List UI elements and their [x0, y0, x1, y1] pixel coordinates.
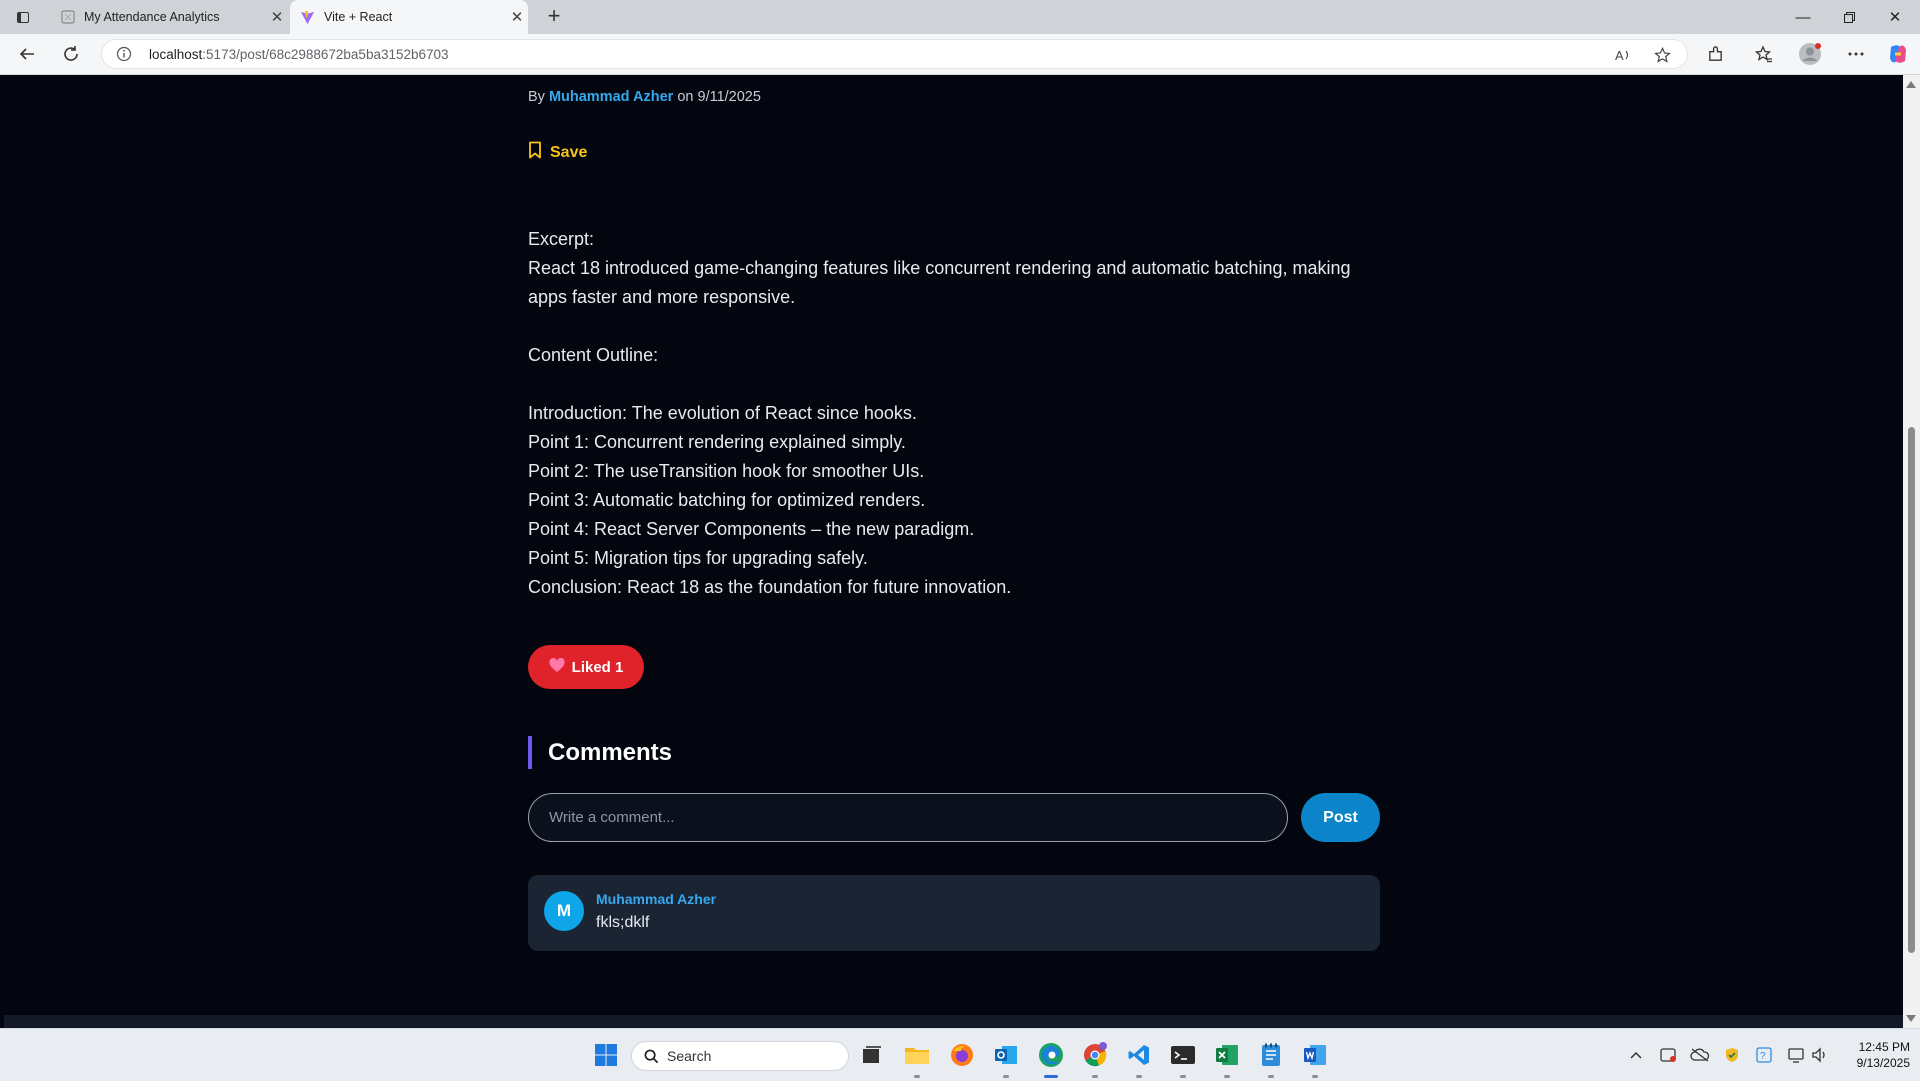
chrome-icon[interactable]	[1081, 1041, 1109, 1078]
security-icon[interactable]	[1722, 1045, 1742, 1065]
firefox-icon[interactable]	[948, 1041, 976, 1069]
sync-icon[interactable]	[1658, 1045, 1678, 1065]
outline-heading: Content Outline:	[528, 345, 659, 365]
scroll-down-icon[interactable]	[1906, 1015, 1916, 1022]
url-text: localhost:5173/post/68c2988672ba5ba3152b…	[149, 47, 449, 62]
windows-taskbar: Search ? 12:45 PM 9/13/2025	[0, 1028, 1920, 1081]
close-tab-icon[interactable]: ✕	[266, 8, 288, 26]
site-info-icon[interactable]	[116, 46, 132, 62]
comment-input[interactable]	[528, 793, 1288, 842]
outline-item: Conclusion: React 18 as the foundation f…	[528, 577, 1012, 597]
page-scrollbar[interactable]	[1903, 75, 1920, 1028]
excel-icon[interactable]	[1213, 1041, 1241, 1078]
copilot-icon[interactable]	[1883, 40, 1913, 68]
notepad-icon[interactable]	[1257, 1041, 1285, 1078]
file-explorer-icon[interactable]	[903, 1041, 931, 1078]
clock-date: 9/13/2025	[1856, 1056, 1910, 1070]
save-label: Save	[550, 143, 588, 161]
read-aloud-icon[interactable]: A	[1613, 45, 1633, 65]
back-icon[interactable]	[12, 40, 42, 68]
page-viewport: By Muhammad Azher on 9/11/2025 Save Exce…	[4, 75, 1903, 1019]
close-tab-icon[interactable]: ✕	[506, 8, 528, 26]
clock-time: 12:45 PM	[1858, 1040, 1910, 1054]
post-byline: By Muhammad Azher on 9/11/2025	[528, 89, 761, 105]
search-placeholder: Search	[667, 1048, 712, 1064]
by-label: By	[528, 89, 545, 105]
post-comment-button[interactable]: Post	[1301, 793, 1380, 842]
more-menu-icon[interactable]	[1841, 40, 1871, 68]
outlook-icon[interactable]	[992, 1041, 1020, 1078]
vscode-icon[interactable]	[1125, 1041, 1153, 1078]
tab-attendance-analytics[interactable]: My Attendance Analytics ✕	[50, 0, 288, 34]
favorites-icon[interactable]	[1749, 40, 1779, 68]
tab-title: Vite + React	[324, 10, 393, 24]
tab-title: My Attendance Analytics	[84, 10, 220, 24]
url-host: localhost	[149, 47, 203, 62]
close-window-icon[interactable]: ✕	[1872, 0, 1918, 34]
on-label: on	[677, 89, 694, 105]
windows-start-icon[interactable]	[592, 1041, 620, 1069]
scrollbar-thumb[interactable]	[1908, 427, 1915, 953]
author-link[interactable]: Muhammad Azher	[549, 89, 673, 105]
network-icon[interactable]	[1786, 1045, 1806, 1065]
bookmark-icon	[528, 141, 542, 164]
favorite-star-icon[interactable]	[1652, 45, 1672, 65]
svg-text:A: A	[1615, 48, 1624, 63]
post-body: Excerpt: React 18 introduced game-changi…	[528, 225, 1380, 602]
extensions-icon[interactable]	[1700, 40, 1730, 68]
url-path: :5173/post/68c2988672ba5ba3152b6703	[202, 47, 449, 62]
task-view-icon[interactable]	[858, 1041, 886, 1069]
page-footer-strip	[4, 1015, 1903, 1028]
address-bar[interactable]: localhost:5173/post/68c2988672ba5ba3152b…	[101, 39, 1688, 69]
taskbar-clock[interactable]: 12:45 PM 9/13/2025	[1836, 1039, 1910, 1071]
onedrive-icon[interactable]	[1690, 1045, 1710, 1065]
comment-text: fkls;dklf	[596, 914, 650, 931]
comment-item: M Muhammad Azher fkls;dklf	[528, 875, 1380, 951]
avatar: M	[544, 891, 584, 931]
show-hidden-icons-icon[interactable]	[1626, 1045, 1646, 1065]
like-button[interactable]: Liked 1	[528, 645, 644, 689]
outline-item: Point 5: Migration tips for upgrading sa…	[528, 548, 868, 568]
vite-logo-icon	[300, 10, 315, 25]
language-icon[interactable]: ?	[1754, 1045, 1774, 1065]
browser-tab-bar: My Attendance Analytics ✕ Vite + React ✕…	[0, 0, 1920, 34]
terminal-icon[interactable]	[1169, 1041, 1197, 1078]
like-label: Liked 1	[571, 658, 624, 676]
volume-icon[interactable]	[1810, 1045, 1830, 1065]
excerpt-heading: Excerpt:	[528, 229, 595, 249]
edge-icon[interactable]	[1037, 1041, 1065, 1078]
workspaces-icon[interactable]	[12, 7, 34, 27]
scroll-up-icon[interactable]	[1906, 81, 1916, 88]
reload-icon[interactable]	[56, 40, 86, 68]
post-date: 9/11/2025	[697, 89, 761, 105]
profile-avatar[interactable]	[1795, 40, 1825, 68]
outline-item: Point 3: Automatic batching for optimize…	[528, 490, 926, 510]
comment-author[interactable]: Muhammad Azher	[596, 891, 716, 907]
outline-item: Point 4: React Server Components – the n…	[528, 519, 975, 539]
restore-icon[interactable]	[1826, 0, 1872, 34]
search-icon	[644, 1049, 659, 1063]
word-icon[interactable]	[1301, 1041, 1329, 1078]
outline-item: Point 2: The useTransition hook for smoo…	[528, 461, 925, 481]
excerpt-text: React 18 introduced game-changing featur…	[528, 258, 1351, 307]
outline-item: Point 1: Concurrent rendering explained …	[528, 432, 906, 452]
outline-item: Introduction: The evolution of React sin…	[528, 403, 917, 423]
comments-heading: Comments	[528, 736, 672, 769]
svg-text:?: ?	[1760, 1051, 1766, 1062]
tab-vite-react[interactable]: Vite + React ✕	[290, 0, 528, 34]
new-tab-button[interactable]: +	[541, 3, 567, 29]
save-button[interactable]: Save	[528, 141, 587, 164]
page-icon	[60, 10, 75, 25]
heart-icon	[549, 657, 565, 677]
minimize-icon[interactable]: —	[1780, 0, 1826, 34]
taskbar-search[interactable]: Search	[631, 1041, 849, 1071]
